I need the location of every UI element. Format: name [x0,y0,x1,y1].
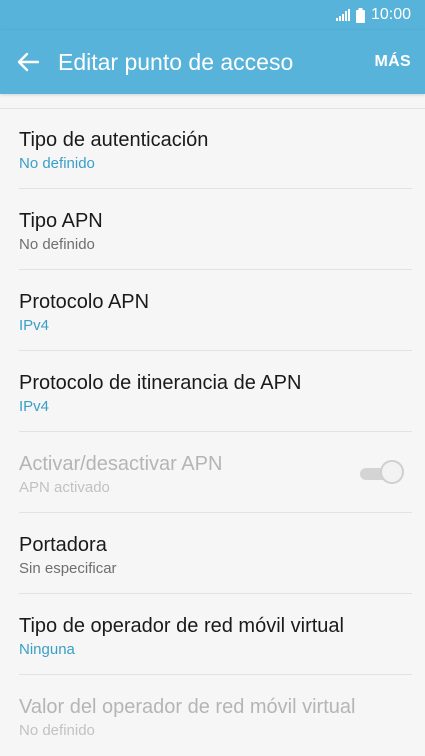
back-arrow-icon [17,52,39,72]
setting-value: IPv4 [19,317,50,334]
app-bar: Editar punto de acceso MÁS [0,30,425,94]
more-button[interactable]: MÁS [375,53,411,71]
apn-toggle-switch[interactable] [358,460,404,486]
setting-value: IPv4 [19,398,50,415]
setting-value: No definido [19,155,95,172]
setting-auth-type[interactable]: Tipo de autenticación No definido [0,108,425,189]
setting-value: Ninguna [19,641,75,658]
page-title: Editar punto de acceso [58,48,294,75]
setting-apn-protocol[interactable]: Protocolo APN IPv4 [0,270,425,351]
setting-title: Tipo de autenticación [19,129,209,151]
setting-bearer[interactable]: Portadora Sin especificar [0,513,425,594]
setting-value: Sin especificar [19,560,117,577]
setting-title: Tipo APN [19,210,103,232]
signal-icon [335,9,350,21]
setting-title: Protocolo APN [19,291,150,313]
setting-value: No definido [19,236,95,253]
setting-mvno-type[interactable]: Tipo de operador de red móvil virtual Ni… [0,594,425,675]
setting-value: No definido [19,722,95,739]
setting-title: Protocolo de itinerancia de APN [19,372,302,394]
setting-title: Activar/desactivar APN [19,453,223,475]
setting-title: Valor del operador de red móvil virtual [19,696,356,718]
setting-apn-roaming-protocol[interactable]: Protocolo de itinerancia de APN IPv4 [0,351,425,432]
setting-title: Portadora [19,534,107,556]
status-time: 10:00 [370,6,411,23]
battery-icon [355,7,365,23]
back-button[interactable] [14,48,42,76]
settings-list: Tipo de autenticación No definido Tipo A… [0,108,425,756]
setting-mvno-value: Valor del operador de red móvil virtual … [0,675,425,756]
setting-apn-enable: Activar/desactivar APN APN activado [0,432,425,513]
status-bar: 10:00 [0,0,425,30]
toggle-thumb [380,460,404,484]
setting-apn-type[interactable]: Tipo APN No definido [0,189,425,270]
setting-value: APN activado [19,479,110,496]
setting-title: Tipo de operador de red móvil virtual [19,615,344,637]
